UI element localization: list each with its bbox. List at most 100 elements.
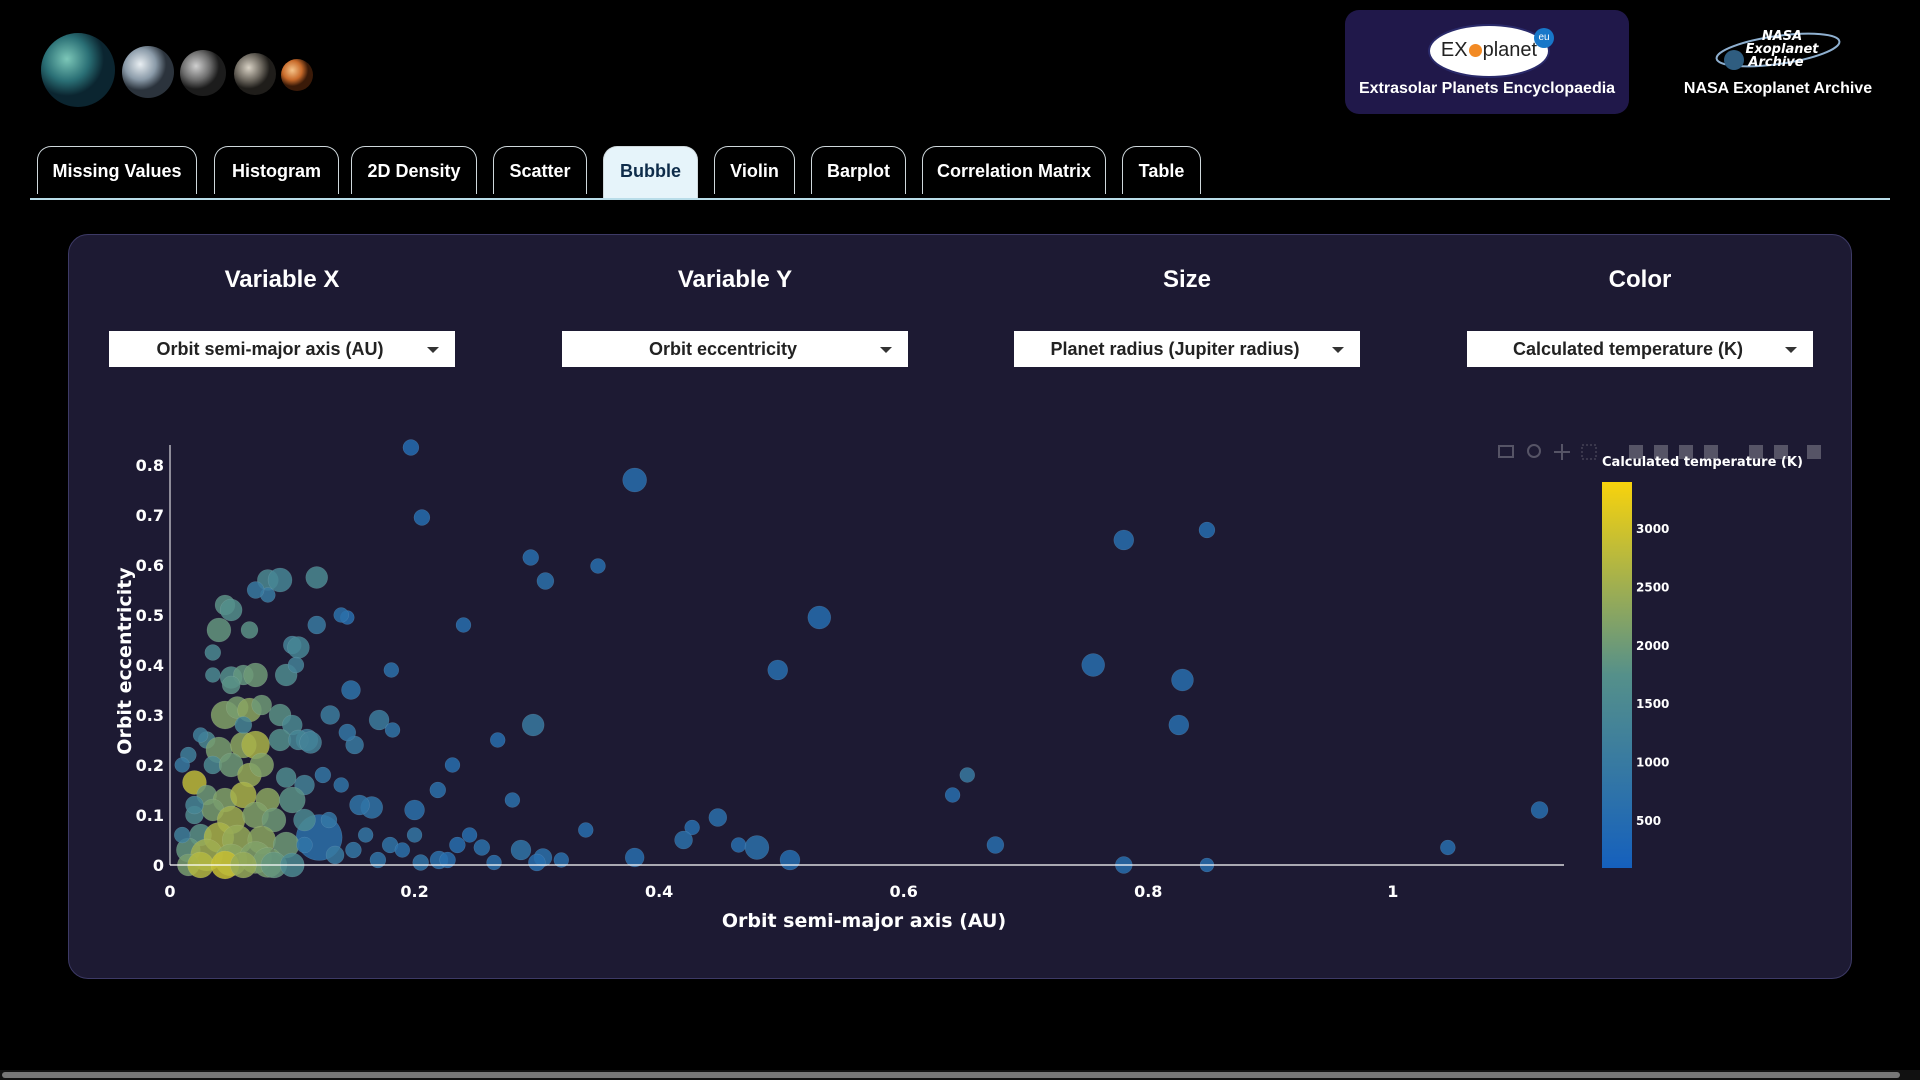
bubble-point[interactable] [1113, 529, 1135, 551]
bubble-point[interactable] [205, 667, 221, 683]
bubble-point[interactable] [268, 728, 292, 752]
x-tick-label: 0.6 [890, 882, 918, 901]
bubble-point[interactable] [287, 656, 305, 674]
bubble-point[interactable] [219, 598, 243, 622]
bubble-point[interactable] [1530, 801, 1549, 819]
y-tick-label: 0.1 [136, 806, 164, 825]
y-tick-label: 0 [153, 856, 164, 875]
y-tick-label: 0.8 [136, 456, 164, 475]
axes-layer: 0 0.2 0.4 0.6 0.8 1 0 0.1 0.2 0.3 0.4 0.5 0.6 0.7 0.8 [136, 445, 1564, 901]
bubble-point[interactable] [779, 849, 801, 871]
bubble-point[interactable] [345, 841, 362, 859]
bubble-point[interactable] [444, 757, 461, 773]
bubble-point[interactable] [333, 607, 349, 623]
bubble-point[interactable] [349, 794, 370, 816]
bubble-point[interactable] [204, 644, 222, 661]
bubble-point[interactable] [221, 675, 241, 695]
bubble-point[interactable] [1168, 714, 1190, 736]
y-tick-label: 0.6 [136, 556, 164, 575]
bubble-point[interactable] [1198, 521, 1216, 539]
bubble-point[interactable] [240, 621, 259, 639]
bubble-point[interactable] [521, 713, 545, 737]
y-tick-label: 0.7 [136, 506, 164, 525]
bubble-point[interactable] [412, 854, 429, 871]
bubble-point[interactable] [413, 509, 431, 526]
bubble-point[interactable] [173, 826, 191, 844]
bubble-point[interactable] [449, 836, 466, 854]
bubble-point[interactable] [293, 808, 316, 832]
bubble-point[interactable] [674, 830, 693, 850]
bubble-point[interactable] [744, 835, 770, 860]
bubble-point[interactable] [1440, 839, 1456, 856]
colorbar-tick-label: 2000 [1636, 639, 1669, 653]
y-tick-label: 0.4 [136, 656, 164, 675]
bubble-point[interactable] [185, 795, 204, 815]
bubble-point[interactable] [384, 722, 401, 738]
bubble-point[interactable] [406, 827, 423, 843]
bubble-point[interactable] [234, 716, 253, 734]
bubble-point[interactable] [578, 822, 594, 838]
bubble-point[interactable] [341, 680, 361, 700]
bubble-point[interactable] [486, 854, 502, 871]
bubble-point[interactable] [404, 799, 425, 821]
bubble-point[interactable] [275, 767, 297, 788]
bubble-point[interactable] [246, 581, 265, 599]
y-tick-label: 0.2 [136, 756, 164, 775]
bubble-point[interactable] [325, 845, 345, 865]
horizontal-scrollbar[interactable] [0, 1070, 1920, 1080]
bubble-point[interactable] [320, 705, 340, 725]
points-layer[interactable] [173, 439, 1549, 880]
bubble-point[interactable] [528, 853, 546, 872]
bubble-point[interactable] [206, 617, 232, 643]
bubble-point[interactable] [338, 723, 357, 742]
bubble-point[interactable] [296, 836, 313, 854]
bubble-point[interactable] [590, 558, 606, 574]
bubble-point[interactable] [402, 439, 420, 456]
bubble-point[interactable] [383, 662, 400, 678]
bubble-point[interactable] [622, 467, 647, 493]
bubble-point[interactable] [305, 566, 328, 589]
bubble-point[interactable] [394, 842, 411, 858]
scrollbar-thumb[interactable] [2, 1072, 1900, 1078]
bubble-point[interactable] [807, 605, 832, 630]
x-tick-label: 0 [164, 882, 175, 901]
bubble-point[interactable] [1081, 653, 1105, 677]
bubble-point[interactable] [624, 847, 645, 868]
bubble-point[interactable] [243, 662, 268, 688]
colorbar-tick-label: 500 [1636, 814, 1661, 828]
bubble-point[interactable] [986, 836, 1005, 854]
bubble-point[interactable] [489, 732, 506, 748]
bubble-point[interactable] [536, 572, 555, 590]
bubble-point[interactable] [959, 767, 976, 783]
bubble-point[interactable] [944, 787, 961, 803]
bubble-point[interactable] [461, 827, 478, 843]
bubble-point[interactable] [357, 827, 374, 843]
x-tick-label: 1 [1387, 882, 1398, 901]
colorbar [1602, 482, 1632, 868]
bubble-point[interactable] [429, 781, 447, 799]
x-tick-label: 0.4 [645, 882, 673, 901]
bubble-point[interactable] [708, 808, 728, 827]
bubble-point[interactable] [249, 752, 274, 778]
bubble-point[interactable] [320, 811, 338, 829]
colorbar-tick-label: 1500 [1636, 697, 1669, 711]
bubble-point[interactable] [314, 766, 332, 784]
bubble-point[interactable] [251, 694, 272, 716]
bubble-point[interactable] [455, 617, 472, 633]
bubble-point[interactable] [192, 727, 209, 743]
bubble-point[interactable] [174, 757, 190, 773]
bubble-point[interactable] [1171, 668, 1194, 692]
bubble-point[interactable] [504, 792, 521, 808]
bubble-point[interactable] [522, 549, 539, 566]
bubble-point[interactable] [510, 839, 532, 861]
bubble-point[interactable] [307, 615, 326, 635]
bubble-point[interactable] [473, 839, 491, 856]
bubble-point[interactable] [730, 837, 747, 853]
colorbar-tick-label: 3000 [1636, 522, 1669, 536]
bubble-point[interactable] [287, 636, 310, 659]
bubble-point[interactable] [279, 786, 306, 814]
bubble-chart[interactable]: 0 0.2 0.4 0.6 0.8 100.10.20.30.40.50.60.70.8 … [0, 0, 1920, 1000]
bubble-point[interactable] [333, 777, 349, 793]
bubble-point[interactable] [767, 659, 788, 681]
bubble-point[interactable] [299, 731, 322, 754]
